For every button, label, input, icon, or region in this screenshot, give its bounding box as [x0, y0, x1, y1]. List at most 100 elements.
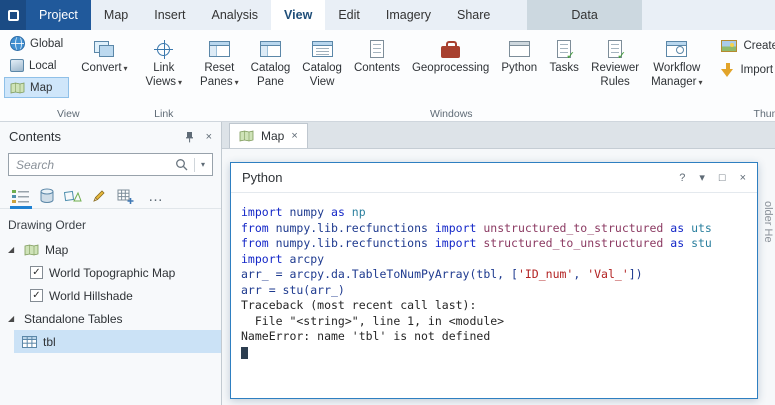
workflow-manager-button[interactable]: Workflow Manager▾ [646, 33, 707, 91]
check-icon: ✓ [566, 51, 575, 62]
python-code-area[interactable]: import numpy as npfrom numpy.lib.recfunc… [231, 193, 757, 372]
import-thumbnail-button[interactable]: Import Thumbnail [715, 59, 775, 81]
more-tabs-ellipsis-icon[interactable]: … [148, 189, 163, 204]
code-line: arr = stu(arr_) [241, 283, 747, 299]
contents-search-box[interactable]: Search ▾ [8, 153, 213, 176]
tab-insert[interactable]: Insert [141, 0, 198, 30]
expander-icon[interactable]: ◢ [8, 245, 18, 254]
table-icon [22, 336, 37, 348]
arcgis-pro-logo-icon [8, 10, 19, 21]
tasks-icon: ✓ [557, 40, 571, 58]
convert-button[interactable]: Convert▾ [76, 33, 132, 77]
contents-view-tabs: … [0, 182, 221, 209]
map-viewport[interactable]: older He Python ? ▾ □ × import numpy as … [222, 149, 775, 405]
globe-icon [10, 36, 25, 51]
list-by-drawing-order-tab[interactable] [8, 184, 34, 208]
list-by-snapping-tab[interactable] [112, 184, 138, 208]
arcgis-pro-window: Project Map Insert Analysis View Edit Im… [0, 0, 775, 405]
reset-panes-button[interactable]: Reset Panes▾ [195, 33, 244, 91]
tab-edit[interactable]: Edit [325, 0, 373, 30]
maximize-icon[interactable]: □ [719, 172, 726, 184]
code-line: arr_ = arcpy.da.TableToNumPyArray(tbl, [… [241, 267, 747, 283]
code-line: File "<string>", line 1, in <module> [241, 314, 747, 330]
window-menu-chevron-icon[interactable]: ▾ [699, 171, 705, 184]
close-icon[interactable]: × [740, 172, 746, 184]
map-document-tab[interactable]: Map × [229, 123, 308, 148]
drawing-order-label: Drawing Order [0, 209, 221, 238]
map-icon [24, 244, 39, 256]
python-button[interactable]: Python [496, 33, 542, 77]
code-line: from numpy.lib.recfunctions import struc… [241, 236, 747, 252]
tree-item-world-hillshade[interactable]: ✓ World Hillshade [0, 284, 221, 307]
create-thumbnail-button[interactable]: Create Thumbnail [715, 35, 775, 57]
python-window-icon [509, 41, 530, 57]
link-views-icon [157, 43, 170, 56]
tab-project[interactable]: Project [26, 0, 91, 30]
chevron-down-icon: ▾ [124, 64, 128, 73]
search-options-chevron-icon[interactable]: ▾ [201, 160, 205, 169]
tree-item-world-topographic-map[interactable]: ✓ World Topographic Map [0, 261, 221, 284]
close-tab-icon[interactable]: × [291, 130, 297, 142]
list-by-selection-tab[interactable] [60, 184, 86, 208]
group-label-windows: Windows [191, 108, 711, 120]
selection-shapes-icon [64, 189, 82, 204]
check-icon: ✓ [617, 51, 626, 62]
search-icon[interactable] [175, 158, 188, 171]
contents-icon [370, 40, 384, 58]
import-arrow-icon [721, 63, 734, 78]
map-icon [239, 130, 254, 142]
auto-hide-pin-icon[interactable] [184, 131, 195, 143]
reviewer-rules-icon: ✓ [608, 40, 622, 58]
layer-tree: ◢ Map ✓ World Topographic Map ✓ World Hi… [0, 238, 221, 353]
close-pane-icon[interactable]: × [206, 131, 212, 143]
ribbon-tab-bar: Project Map Insert Analysis View Edit Im… [0, 0, 775, 30]
workspace: Contents × Search ▾ [0, 122, 775, 405]
list-by-drawing-order-icon [12, 189, 30, 204]
help-icon[interactable]: ? [679, 172, 685, 184]
global-button[interactable]: Global [4, 33, 69, 54]
data-source-cylinder-icon [39, 188, 55, 204]
ribbon-group-windows: Reset Panes▾ Catalog Pane Catalog View C… [191, 30, 711, 121]
tab-view[interactable]: View [271, 0, 325, 30]
app-menu-button[interactable] [0, 0, 26, 30]
tree-item-map[interactable]: ◢ Map [0, 238, 221, 261]
tab-map[interactable]: Map [91, 0, 141, 30]
document-area: Map × older He Python ? ▾ □ × import num… [222, 122, 775, 405]
geoprocessing-button[interactable]: Geoprocessing [407, 33, 494, 77]
python-window-titlebar[interactable]: Python ? ▾ □ × [231, 163, 757, 193]
convert-icon [94, 41, 114, 57]
catalog-view-button[interactable]: Catalog View [297, 33, 347, 91]
reviewer-rules-button[interactable]: ✓ Reviewer Rules [586, 33, 644, 91]
map-icon [10, 82, 25, 94]
reset-panes-icon [209, 41, 230, 57]
tab-data[interactable]: Data [527, 0, 641, 30]
create-thumbnail-icon [721, 40, 737, 52]
tasks-button[interactable]: ✓ Tasks [544, 33, 584, 77]
tab-share[interactable]: Share [444, 0, 503, 30]
tab-analysis[interactable]: Analysis [199, 0, 272, 30]
list-by-data-source-tab[interactable] [34, 184, 60, 208]
map-view-button[interactable]: Map [4, 77, 69, 98]
contents-button[interactable]: Contents [349, 33, 405, 77]
tree-item-tbl[interactable]: tbl [14, 330, 221, 353]
catalog-view-icon [312, 41, 333, 57]
grid-plus-icon [117, 189, 134, 204]
layer-checkbox[interactable]: ✓ [30, 266, 43, 279]
layer-checkbox[interactable]: ✓ [30, 289, 43, 302]
list-by-editing-tab[interactable] [86, 184, 112, 208]
code-line: from numpy.lib.recfunctions import unstr… [241, 221, 747, 237]
catalog-pane-icon [260, 41, 281, 57]
chevron-down-icon: ▾ [235, 78, 239, 87]
tree-item-standalone-tables[interactable]: ◢ Standalone Tables [0, 307, 221, 330]
link-views-button[interactable]: Link Views▾ [141, 33, 187, 91]
local-button[interactable]: Local [4, 55, 69, 76]
document-tab-strip: Map × [222, 122, 775, 149]
tab-imagery[interactable]: Imagery [373, 0, 444, 30]
catalog-pane-button[interactable]: Catalog Pane [246, 33, 296, 91]
code-line: import numpy as np [241, 205, 747, 221]
expander-icon[interactable]: ◢ [8, 314, 18, 323]
collapsed-pane-edge-tab[interactable]: older He [762, 201, 774, 243]
chevron-down-icon: ▾ [178, 78, 182, 87]
code-line: NameError: name 'tbl' is not defined [241, 329, 747, 345]
chevron-down-icon: ▾ [698, 78, 702, 87]
